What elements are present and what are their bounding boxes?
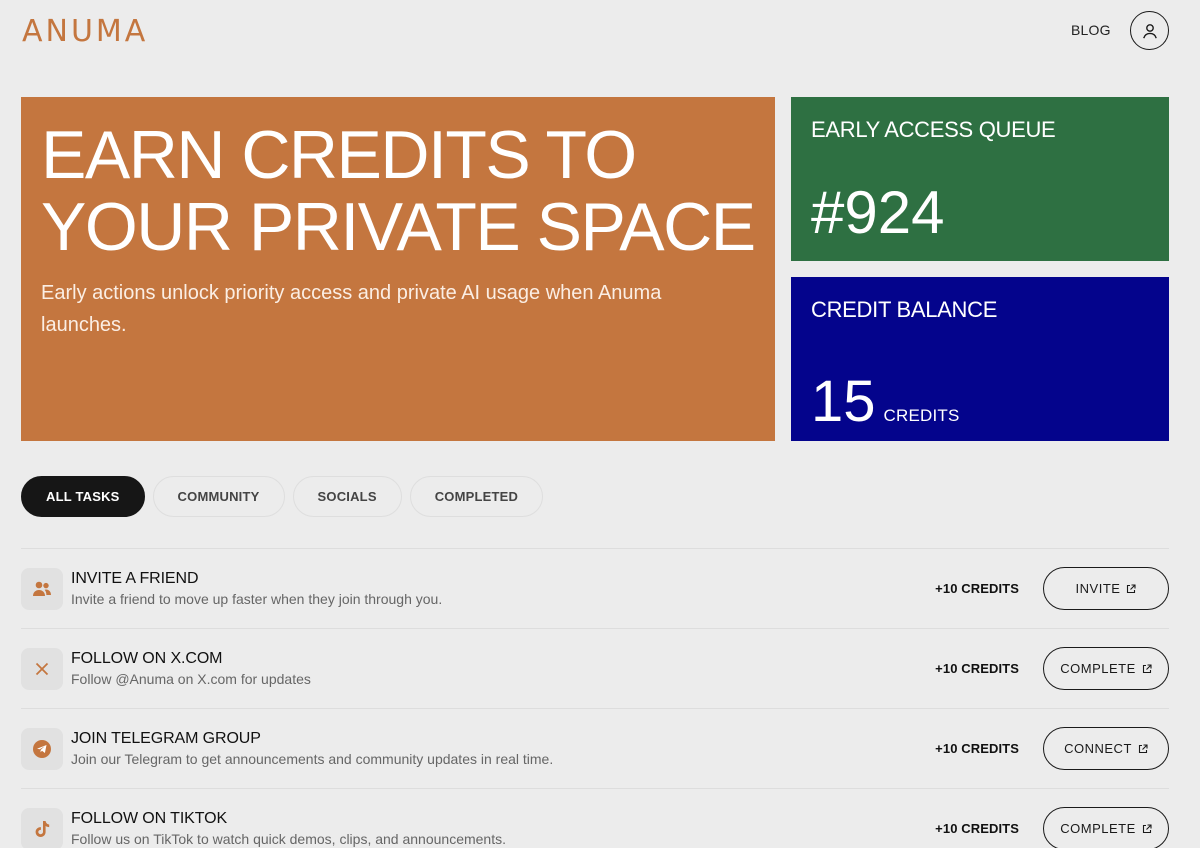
blog-link[interactable]: BLOG [1071, 22, 1111, 38]
task-row: JOIN TELEGRAM GROUP Join our Telegram to… [21, 708, 1169, 788]
task-reward: +10 CREDITS [935, 821, 1019, 836]
task-row: FOLLOW ON X.COM Follow @Anuma on X.com f… [21, 628, 1169, 708]
queue-label: EARLY ACCESS QUEUE [811, 117, 1056, 142]
task-filter-tabs: ALL TASKS COMMUNITY SOCIALS COMPLETED [21, 476, 544, 517]
user-icon [1142, 23, 1157, 38]
hero-banner: EARN CREDITS TO YOUR PRIVATE SPACE Early… [21, 97, 775, 441]
task-reward: +10 CREDITS [935, 741, 1019, 756]
logo[interactable]: ANUMA [22, 14, 148, 49]
task-description: Follow us on TikTok to watch quick demos… [71, 831, 506, 847]
external-link-icon [1142, 663, 1152, 673]
hero-title: EARN CREDITS TO YOUR PRIVATE SPACE [41, 117, 756, 265]
queue-card: EARLY ACCESS QUEUE #924 [791, 97, 1169, 261]
telegram-icon [21, 727, 63, 770]
task-description: Join our Telegram to get announcements a… [71, 751, 554, 767]
task-row: INVITE A FRIEND Invite a friend to move … [21, 548, 1169, 628]
task-description: Invite a friend to move up faster when t… [71, 591, 443, 607]
task-title: JOIN TELEGRAM GROUP [71, 730, 261, 747]
credit-balance-card: CREDIT BALANCE 15 CREDITS [791, 277, 1169, 441]
complete-button[interactable]: COMPLETE [1043, 807, 1169, 848]
connect-button[interactable]: CONNECT [1043, 727, 1169, 770]
external-link-icon [1142, 823, 1152, 833]
queue-position: #924 [811, 179, 945, 246]
task-reward: +10 CREDITS [935, 661, 1019, 676]
external-link-icon [1127, 583, 1137, 593]
task-title: FOLLOW ON TIKTOK [71, 810, 228, 827]
external-link-icon [1138, 743, 1148, 753]
task-title: FOLLOW ON X.COM [71, 650, 223, 667]
credit-balance-unit: CREDITS [883, 406, 960, 425]
top-bar: ANUMA BLOG [0, 0, 1200, 70]
task-description: Follow @Anuma on X.com for updates [71, 671, 311, 687]
complete-button[interactable]: COMPLETE [1043, 647, 1169, 690]
button-label: CONNECT [1064, 741, 1132, 756]
button-label: INVITE [1075, 581, 1121, 596]
tab-all-tasks[interactable]: ALL TASKS [21, 476, 145, 517]
task-row: FOLLOW ON TIKTOK Follow us on TikTok to … [21, 788, 1169, 848]
hero-subtitle: Early actions unlock priority access and… [41, 282, 662, 336]
tiktok-icon [21, 807, 63, 848]
tab-completed[interactable]: COMPLETED [409, 476, 544, 517]
credit-balance-value: 15 [811, 369, 876, 434]
account-button[interactable] [1130, 11, 1169, 50]
invite-button[interactable]: INVITE [1043, 567, 1169, 610]
button-label: COMPLETE [1060, 821, 1136, 836]
button-label: COMPLETE [1060, 661, 1136, 676]
tab-community[interactable]: COMMUNITY [152, 476, 285, 517]
credit-balance-label: CREDIT BALANCE [811, 297, 998, 322]
task-reward: +10 CREDITS [935, 581, 1019, 596]
task-list: INVITE A FRIEND Invite a friend to move … [21, 548, 1169, 848]
tab-socials[interactable]: SOCIALS [292, 476, 402, 517]
x-logo-icon [21, 647, 63, 690]
task-title: INVITE A FRIEND [71, 570, 199, 587]
users-icon [21, 567, 63, 610]
